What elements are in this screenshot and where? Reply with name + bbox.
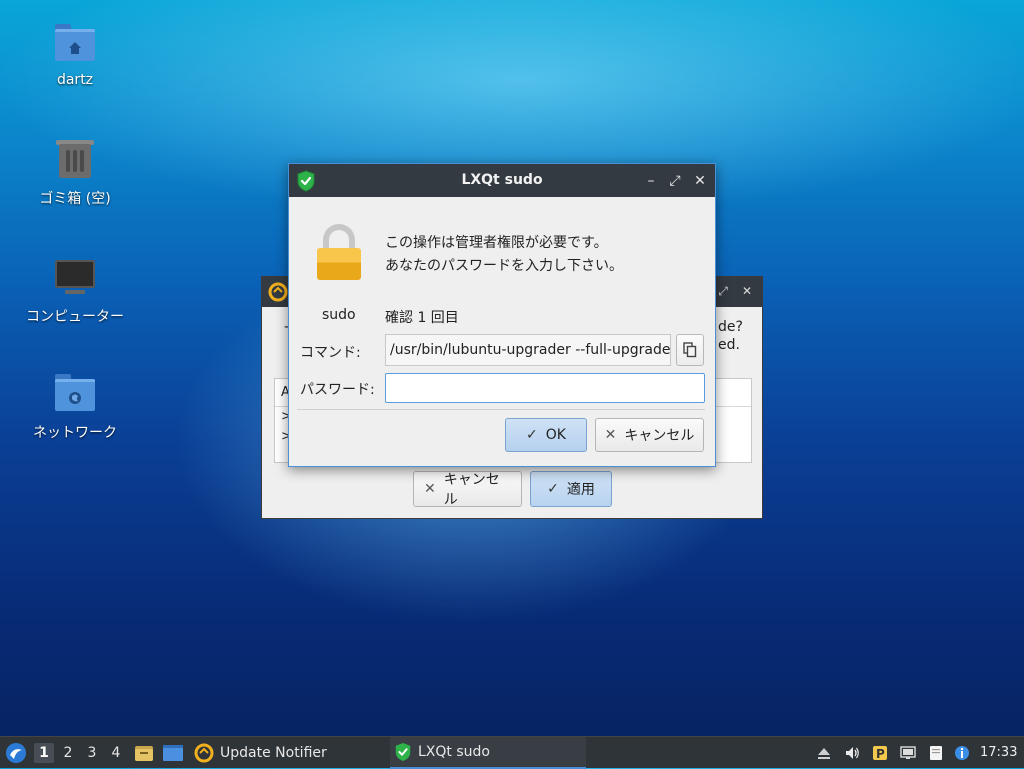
padlock-icon <box>317 224 361 280</box>
message-line-1: この操作は管理者権限が必要です。 <box>385 235 608 251</box>
desktop-switch-2[interactable]: 2 <box>58 743 78 763</box>
check-icon: ✓ <box>547 481 559 497</box>
desktop-icon-label: コンピューター <box>26 309 124 325</box>
maximize-icon[interactable]: ⤢ <box>716 284 730 298</box>
svg-text:P: P <box>876 747 885 761</box>
check-icon: ✓ <box>526 427 538 443</box>
quicklaunch-file-manager[interactable] <box>134 737 154 769</box>
command-field[interactable]: /usr/bin/lubuntu-upgrader --full-upgrade <box>385 334 671 366</box>
desktop-switch-1[interactable]: 1 <box>34 743 54 763</box>
permission-message: この操作は管理者権限が必要です。 あなたのパスワードを入力し下さい。 <box>385 232 623 278</box>
close-icon[interactable]: ✕ <box>740 284 754 298</box>
network-folder-icon <box>53 372 97 416</box>
desktop-icon-label: ネットワーク <box>33 425 117 441</box>
file-manager-icon <box>135 746 153 761</box>
close-icon: ✕ <box>604 427 617 443</box>
update-notifier-icon <box>194 743 214 763</box>
clipboard-p-icon[interactable]: P <box>872 745 888 761</box>
desktop-icon-trash[interactable]: ゴミ箱 (空) <box>10 138 140 208</box>
copy-icon <box>683 342 697 358</box>
notes-icon[interactable] <box>928 745 944 761</box>
copy-command-button[interactable] <box>676 334 704 366</box>
quicklaunch-show-desktop[interactable] <box>162 737 184 769</box>
desktop-switch-4[interactable]: 4 <box>106 743 126 763</box>
desktop-icon-home[interactable]: dartz <box>10 22 140 88</box>
message-line-2: あなたのパスワードを入力し下さい。 <box>385 258 623 274</box>
task-update-notifier[interactable]: Update Notifier <box>190 737 380 769</box>
ok-button[interactable]: ✓ OK <box>505 418 587 452</box>
update-notifier-icon <box>268 282 288 302</box>
eject-icon[interactable] <box>816 745 832 761</box>
dialog-titlebar[interactable]: LXQt sudo – ⤢ ✕ <box>289 164 715 197</box>
task-label: Update Notifier <box>220 745 327 761</box>
password-input[interactable] <box>385 373 705 403</box>
button-separator <box>297 409 705 410</box>
home-folder-icon <box>53 22 97 66</box>
close-icon: ✕ <box>424 481 436 497</box>
cancel-button[interactable]: ✕ キャンセル <box>595 418 704 452</box>
password-label: パスワード: <box>300 382 375 398</box>
taskbar: 1 2 3 4 Update Notifier LXQt sudo P 17:3… <box>0 736 1024 769</box>
maximize-icon[interactable]: ⤢ <box>667 173 683 189</box>
task-lxqt-sudo[interactable]: LXQt sudo <box>390 737 586 769</box>
trash-icon <box>53 138 97 182</box>
cancel-button-label: キャンセル <box>443 472 500 508</box>
shield-check-icon <box>395 743 411 761</box>
task-label: LXQt sudo <box>418 744 490 760</box>
update-info-icon[interactable] <box>954 745 970 761</box>
desktop-icon-label: ゴミ箱 (空) <box>39 191 111 207</box>
volume-icon[interactable] <box>844 745 860 761</box>
close-icon[interactable]: ✕ <box>692 173 708 189</box>
description-fragment-1: de? <box>718 319 743 335</box>
network-icon[interactable] <box>900 745 916 761</box>
desktop-icon-network[interactable]: ネットワーク <box>10 372 140 442</box>
apply-button-label: 適用 <box>566 482 595 498</box>
start-menu-button[interactable] <box>4 737 28 769</box>
cancel-button[interactable]: ✕ キャンセル <box>413 471 522 508</box>
lxqt-sudo-dialog[interactable]: LXQt sudo – ⤢ ✕ この操作は管理者権限が必要です。 あなたのパスワ… <box>288 163 716 467</box>
description-fragment-2: ed. <box>718 337 740 353</box>
desktop-icon-computer[interactable]: コンピューター <box>10 256 140 326</box>
minimize-icon[interactable]: – <box>643 173 659 189</box>
computer-icon <box>53 256 97 300</box>
lubuntu-logo-icon <box>6 743 26 763</box>
clock[interactable]: 17:33 <box>980 737 1017 769</box>
desktop-switch-3[interactable]: 3 <box>82 743 102 763</box>
user-label: sudo <box>322 307 356 323</box>
command-label: コマンド: <box>300 345 361 361</box>
show-desktop-icon <box>163 745 183 761</box>
ok-button-label: OK <box>545 427 566 443</box>
desktop-icon-label: dartz <box>56 72 94 88</box>
cancel-button-label: キャンセル <box>624 428 695 444</box>
apply-button[interactable]: ✓ 適用 <box>530 471 612 507</box>
attempt-counter: 確認 1 回目 <box>385 310 459 326</box>
